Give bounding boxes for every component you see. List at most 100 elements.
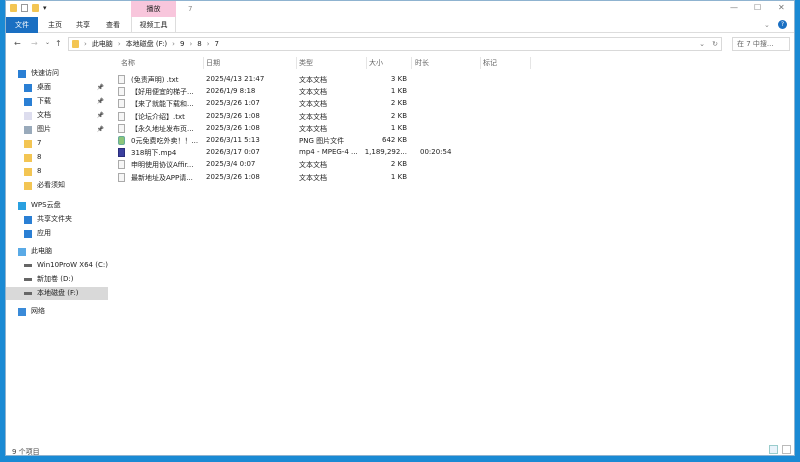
file-duration: 00:20:54 — [420, 148, 452, 157]
nav-item[interactable]: 7 — [6, 137, 108, 150]
nav-item[interactable]: 网络 — [6, 305, 108, 318]
nav-item[interactable]: 应用 — [6, 227, 108, 240]
close-button[interactable]: ✕ — [778, 3, 785, 12]
file-row[interactable]: (免责声明) .txt 2025/4/13 21:47 文本文档 3 KB — [116, 74, 536, 86]
search-input[interactable]: 在 7 中搜... — [732, 37, 790, 51]
column-headers: 名称 日期 类型 大小 时长 标记 — [6, 57, 794, 69]
breadcrumb-this-pc[interactable]: 此电脑 — [92, 39, 113, 49]
file-size: 2 KB — [390, 111, 407, 120]
nav-item[interactable]: 8 — [6, 165, 108, 178]
nav-item[interactable]: 文档 📌 — [6, 109, 108, 122]
folder-icon — [10, 4, 17, 12]
nav-item[interactable]: 本地磁盘 (F:) — [6, 287, 108, 300]
file-date: 2025/3/26 1:08 — [206, 123, 260, 132]
nav-item[interactable]: WPS云盘 — [6, 199, 108, 212]
file-name: (免责声明) .txt — [131, 76, 179, 84]
nav-item[interactable]: 图片 📌 — [6, 123, 108, 136]
drive-icon — [24, 292, 32, 295]
column-name[interactable]: 名称 — [121, 58, 135, 68]
nav-item[interactable]: 桌面 📌 — [6, 81, 108, 94]
file-type: 文本文档 — [299, 124, 327, 133]
file-size: 1 KB — [390, 123, 407, 132]
file-size: 2 KB — [390, 99, 407, 108]
tab-share[interactable]: 共享 — [72, 17, 94, 33]
breadcrumb-drive-f[interactable]: 本地磁盘 (F:) — [126, 39, 168, 49]
nav-item-label: 桌面 — [37, 83, 51, 91]
quick-access-toolbar: ▾ — [10, 4, 47, 12]
address-dropdown-icon[interactable]: ⌄ — [699, 40, 705, 48]
file-row[interactable]: 【论坛介绍】.txt 2025/3/26 1:08 文本文档 2 KB — [116, 111, 536, 123]
file-date: 2026/3/11 5:13 — [206, 136, 260, 144]
network-icon — [18, 307, 26, 316]
large-icons-view-button[interactable] — [782, 445, 791, 454]
recent-locations-icon[interactable]: ⌄ — [45, 39, 50, 46]
column-tags[interactable]: 标记 — [483, 58, 497, 68]
text-file-icon — [118, 111, 125, 121]
nav-item[interactable]: 下载 📌 — [6, 95, 108, 108]
file-name: 0元免费吃外卖！！... — [131, 137, 199, 145]
forward-button[interactable]: → — [31, 39, 38, 48]
breadcrumb-8[interactable]: 8 — [197, 40, 201, 48]
file-type: 文本文档 — [299, 173, 327, 182]
breadcrumb-9[interactable]: 9 — [180, 40, 184, 48]
column-date[interactable]: 日期 — [206, 58, 220, 68]
file-row[interactable]: 318明下.mp4 2026/3/17 0:07 mp4 - MPEG-4 ... 1… — [116, 147, 536, 159]
help-icon[interactable]: ? — [778, 20, 787, 29]
nav-item-label: 7 — [37, 139, 42, 147]
column-duration[interactable]: 时长 — [415, 58, 429, 68]
expand-ribbon-icon[interactable]: ⌄ — [764, 21, 770, 29]
pin-icon: 📌 — [96, 84, 104, 91]
address-input[interactable]: › 此电脑 › 本地磁盘 (F:) › 9 › 8 › 7 ⌄ ↻ — [68, 37, 722, 51]
file-date: 2026/1/9 8:18 — [206, 87, 256, 96]
file-date: 2025/3/4 0:07 — [206, 160, 256, 169]
image-file-icon — [118, 136, 125, 145]
file-type: PNG 图片文件 — [299, 137, 345, 145]
pin-icon: 📌 — [96, 112, 104, 119]
file-size: 1,189,292... — [364, 148, 407, 157]
customize-dropdown-icon[interactable]: ▾ — [43, 4, 47, 12]
nav-item[interactable]: 新加卷 (D:) — [6, 273, 108, 286]
file-row[interactable]: 【好用便宜的梯子... 2026/1/9 8:18 文本文档 1 KB — [116, 86, 536, 98]
file-row[interactable]: 【永久地址发布页... 2025/3/26 1:08 文本文档 1 KB — [116, 123, 536, 135]
file-row[interactable]: 最新地址及APP请... 2025/3/26 1:08 文本文档 1 KB — [116, 172, 536, 184]
tab-home[interactable]: 主页 — [44, 17, 66, 33]
file-name: 最新地址及APP请... — [131, 173, 193, 182]
file-size: 1 KB — [390, 172, 407, 181]
nav-item[interactable]: 必看须知 — [6, 179, 108, 192]
new-folder-icon[interactable] — [32, 4, 39, 12]
text-file-icon — [118, 75, 125, 84]
maximize-button[interactable]: ☐ — [754, 3, 761, 12]
breadcrumb-7[interactable]: 7 — [215, 40, 219, 48]
desktop-icon — [24, 83, 32, 92]
context-tab-play[interactable]: 播放 — [131, 1, 176, 17]
properties-icon[interactable] — [21, 4, 28, 12]
back-button[interactable]: ← — [14, 39, 21, 48]
file-row[interactable]: 申明使用协议Affir... 2025/3/4 0:07 文本文档 2 KB — [116, 159, 536, 171]
text-file-icon — [118, 99, 125, 109]
tab-video-tools[interactable]: 视频工具 — [131, 17, 176, 33]
minimize-button[interactable]: — — [730, 3, 738, 12]
tab-file[interactable]: 文件 — [6, 17, 38, 33]
cloud-icon — [18, 201, 26, 210]
nav-item[interactable]: 此电脑 — [6, 245, 108, 258]
file-name: 318明下.mp4 — [131, 149, 177, 158]
file-row[interactable]: 【来了就能下载和... 2025/3/26 1:07 文本文档 2 KB — [116, 98, 536, 110]
file-date: 2025/3/26 1:08 — [206, 111, 260, 120]
column-type[interactable]: 类型 — [299, 58, 313, 68]
up-button[interactable]: ↑ — [55, 39, 62, 48]
file-name: 【来了就能下载和... — [131, 100, 194, 109]
text-file-icon — [118, 123, 125, 133]
file-row[interactable]: 0元免费吃外卖！！... 2026/3/11 5:13 PNG 图片文件 642 KB — [116, 135, 536, 147]
nav-item-label: Win10ProW X64 (C:) — [37, 261, 108, 269]
nav-item-label: 本地磁盘 (F:) — [37, 289, 79, 297]
address-bar-row: ← → ⌄ ↑ › 此电脑 › 本地磁盘 (F:) › 9 › 8 › 7 ⌄ ↻ 在 7… — [6, 34, 794, 54]
tab-view[interactable]: 查看 — [102, 17, 124, 33]
nav-item[interactable]: Win10ProW X64 (C:) — [6, 259, 108, 272]
nav-item[interactable]: 共享文件夹 — [6, 213, 108, 226]
nav-item[interactable]: 8 — [6, 151, 108, 164]
column-size[interactable]: 大小 — [369, 58, 383, 68]
nav-item-label: 新加卷 (D:) — [37, 275, 74, 283]
refresh-icon[interactable]: ↻ — [712, 40, 718, 48]
folder-icon — [24, 153, 32, 162]
details-view-button[interactable] — [769, 445, 778, 454]
